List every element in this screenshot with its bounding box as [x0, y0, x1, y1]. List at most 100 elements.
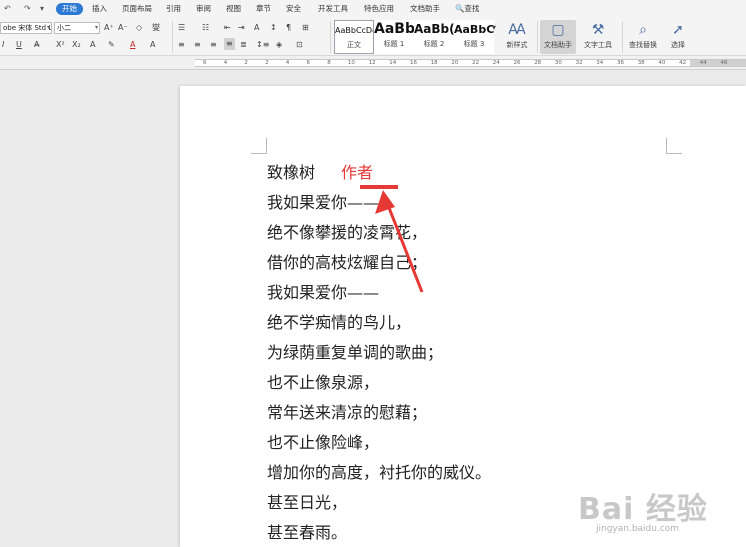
undo-button[interactable]: ↶ [4, 3, 11, 15]
select-button[interactable]: ➚ 选择 [664, 20, 692, 54]
text-effect-icon[interactable]: A [90, 39, 95, 51]
style-gallery-more-icon[interactable]: ▾ [492, 22, 496, 34]
watermark-url: jingyan.baidu.com [596, 524, 680, 534]
justify-icon[interactable]: ≡ [224, 38, 235, 50]
style-preview: AaBb( [414, 22, 454, 36]
grow-font-icon[interactable]: A⁺ [104, 22, 114, 34]
font-color-icon[interactable]: A [130, 39, 135, 51]
shading-icon[interactable]: ◈ [276, 39, 282, 51]
strikethrough-icon[interactable]: A̶ [34, 39, 39, 51]
phonetic-icon[interactable]: 燮 [152, 22, 160, 34]
superscript-icon[interactable]: X² [56, 39, 65, 51]
highlight-icon[interactable]: ✎ [108, 39, 115, 51]
select-label: 选择 [671, 41, 685, 49]
search-button[interactable]: 🔍查找 [455, 3, 479, 15]
menu-bar: ↶ ↷ ▾ 开始 插入 页面布局 引用 审阅 视图 章节 安全 开发工具 特色应… [0, 0, 746, 18]
font-name-select[interactable]: obe 宋体 Std L ▾ [0, 22, 52, 34]
search-label: 查找 [464, 4, 480, 13]
tab-insert[interactable]: 插入 [92, 3, 107, 15]
wrench-icon: ⚒ [591, 22, 605, 38]
ruler-tick: 6 [203, 60, 207, 66]
poem-line: 也不止像泉源， [267, 373, 380, 392]
doc-assistant-button[interactable]: ▢ 文档助手 [540, 20, 576, 54]
ruler-tick: 14 [389, 60, 397, 66]
text-tools-label: 文字工具 [584, 41, 612, 49]
sort-icon[interactable]: ↕ [270, 22, 277, 34]
char-border-icon[interactable]: A [150, 39, 155, 51]
tab-special-apps[interactable]: 特色应用 [364, 3, 394, 15]
text-tools-button[interactable]: ⚒ 文字工具 [578, 20, 618, 54]
ruler-tick: 34 [596, 60, 604, 66]
align-right-icon[interactable]: ≡ [210, 39, 217, 51]
tab-review[interactable]: 审阅 [196, 3, 211, 15]
ruler-tick: 20 [451, 60, 459, 66]
ruler-tick: 6 [306, 60, 311, 66]
align-left-icon[interactable]: ≡ [178, 39, 185, 51]
poem-line: 为绿荫重复单调的歌曲； [267, 343, 444, 362]
ruler-tick: 2 [265, 60, 269, 66]
decrease-indent-icon[interactable]: ⇤ [224, 22, 231, 34]
table-border-icon[interactable]: ⊞ [302, 22, 309, 34]
subscript-icon[interactable]: X₂ [72, 39, 81, 51]
new-style-label: 新样式 [506, 41, 528, 49]
distribute-icon[interactable]: ≣ [240, 39, 247, 51]
borders-icon[interactable]: ⊡ [296, 39, 303, 51]
quick-access-dropdown[interactable]: ▾ [40, 3, 44, 15]
style-normal[interactable]: AaBbCcDd 正文 [334, 20, 374, 54]
align-center-icon[interactable]: ≡ [194, 39, 201, 51]
ruler-tick: 10 [347, 60, 355, 66]
redo-button[interactable]: ↷ [24, 3, 31, 15]
tab-doc-assistant[interactable]: 文档助手 [410, 3, 440, 15]
ruler-tick: 28 [534, 60, 542, 66]
style-preview: AaBbCcDd [335, 26, 373, 35]
poem-title: 致橡树 [267, 163, 316, 182]
search-icon: 🔍 [455, 4, 465, 13]
separator [537, 21, 538, 53]
underline-icon[interactable]: U [16, 39, 22, 51]
tab-developer[interactable]: 开发工具 [318, 3, 348, 15]
bullet-list-icon[interactable]: ☰ [178, 22, 185, 34]
tab-chapter[interactable]: 章节 [256, 3, 271, 15]
tab-view[interactable]: 视图 [226, 3, 241, 15]
show-marks-icon[interactable]: ¶ [286, 22, 291, 34]
new-style-button[interactable]: Ꜳ 新样式 [500, 20, 534, 54]
ruler-margin [690, 60, 746, 66]
find-replace-button[interactable]: ⌕ 查找替换 [624, 20, 662, 54]
numbered-list-icon[interactable]: ☷ [202, 22, 209, 34]
poem-line: 绝不像攀援的凌霄花， [267, 223, 428, 242]
poem-line: 我如果爱你—— [267, 193, 380, 212]
tab-security[interactable]: 安全 [286, 3, 301, 15]
increase-indent-icon[interactable]: ⇥ [238, 22, 245, 34]
font-size-select[interactable]: 小二 ▾ [54, 22, 100, 34]
tab-page-layout[interactable]: 页面布局 [122, 3, 152, 15]
ruler-tick: 26 [513, 60, 521, 66]
ruler-tick: 4 [285, 60, 290, 66]
ruler-tick: 22 [472, 60, 480, 66]
ruler-tick: 18 [430, 60, 438, 66]
style-heading-1[interactable]: AaBb 标题 1 [374, 20, 414, 54]
style-heading-3[interactable]: AaBbC 标题 3 [454, 20, 494, 54]
poem-line: 甚至春雨。 [267, 523, 348, 542]
document-page[interactable]: 致橡树 作者 我如果爱你—— 绝不像攀援的凌霄花， 借你的高枝炫耀自己； 我如果爱… [180, 86, 746, 547]
poem-line: 借你的高枝炫耀自己； [267, 253, 428, 272]
shrink-font-icon[interactable]: A⁻ [118, 22, 128, 34]
tab-home[interactable]: 开始 [56, 3, 83, 15]
style-label: 标题 2 [423, 40, 445, 48]
style-heading-2[interactable]: AaBb( 标题 2 [414, 20, 454, 54]
clear-format-icon[interactable]: ◇ [136, 22, 142, 34]
font-name-value: obe 宋体 Std L [3, 24, 52, 32]
author-underline [360, 185, 398, 189]
style-label: 标题 1 [383, 40, 405, 48]
author-label: 作者 [341, 163, 374, 182]
horizontal-ruler[interactable]: 6 4 2 2 4 6 8 10 12 14 16 18 20 22 24 26 28 30 32 34 36 38 40 4… [0, 56, 746, 70]
line-spacing-icon[interactable]: ↕≡ [256, 39, 269, 51]
crop-mark [251, 138, 267, 154]
tab-references[interactable]: 引用 [166, 3, 181, 15]
chinese-layout-icon[interactable]: A [254, 22, 259, 34]
italic-icon[interactable]: I [2, 39, 4, 51]
doc-assistant-label: 文档助手 [544, 41, 572, 49]
ruler-tick: 30 [554, 60, 562, 66]
chevron-down-icon: ▾ [94, 24, 98, 31]
font-size-value: 小二 [57, 24, 71, 32]
ruler-tick: 4 [223, 60, 228, 66]
